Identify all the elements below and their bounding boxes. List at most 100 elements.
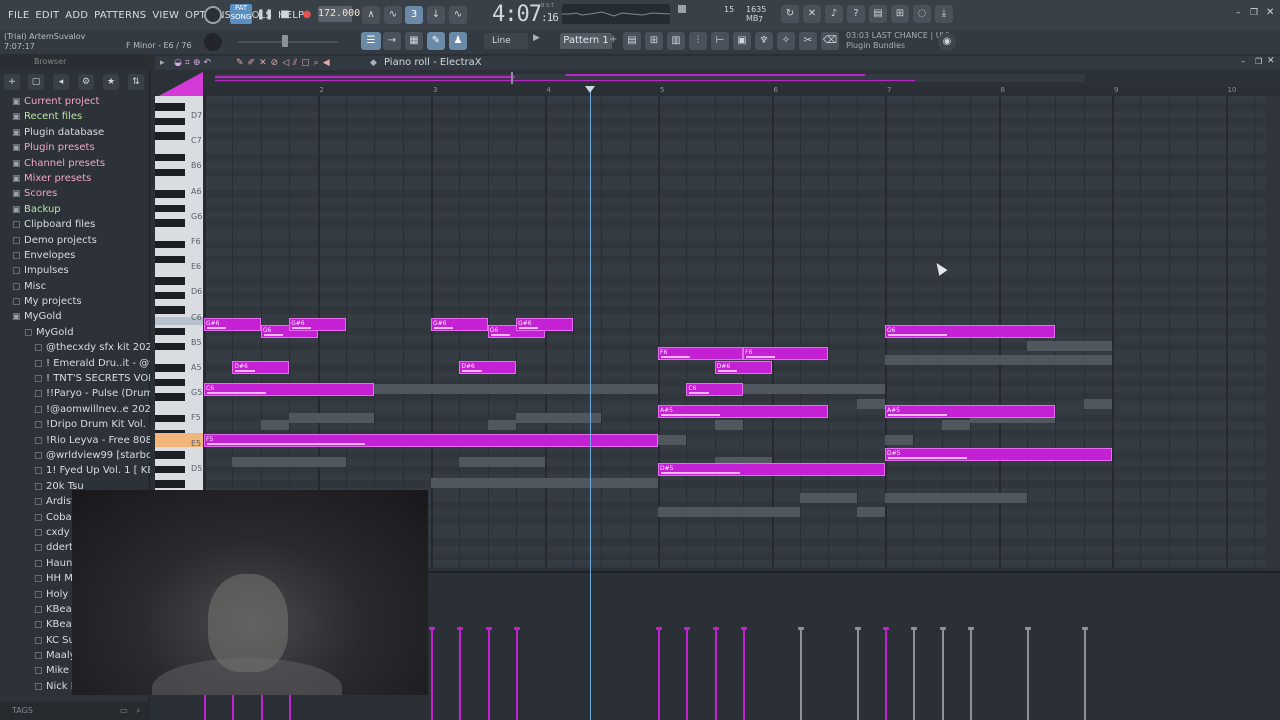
vertical-scrollbar[interactable] xyxy=(1266,96,1280,571)
velocity-handle[interactable] xyxy=(939,627,946,630)
browser-item[interactable]: ▢!Rio Leyva - Free 808 Kit xyxy=(0,433,150,448)
piano-roll-icon[interactable]: ▦ xyxy=(405,32,423,50)
brush-icon[interactable]: ✐ xyxy=(248,56,256,70)
note[interactable]: G#6 xyxy=(289,317,346,331)
velocity-handle[interactable] xyxy=(911,627,918,630)
select-tool-icon[interactable]: ▢ xyxy=(301,56,310,70)
black-key[interactable] xyxy=(155,219,185,227)
velocity-handle[interactable] xyxy=(514,627,521,630)
piano-roll-view-icon[interactable]: ▥ xyxy=(667,32,685,50)
velocity-handle[interactable] xyxy=(968,627,975,630)
metronome-icon[interactable]: ∧ xyxy=(362,6,380,24)
note[interactable]: D#6 xyxy=(714,361,772,375)
note[interactable]: D#6 xyxy=(232,361,290,375)
browser-back-icon[interactable]: ◂ xyxy=(53,74,69,90)
black-key[interactable] xyxy=(155,277,185,285)
velocity-bar[interactable] xyxy=(457,627,464,720)
stop-icon[interactable]: ■ xyxy=(276,6,294,24)
chat-icon[interactable]: ◌ xyxy=(913,5,931,23)
note[interactable]: F6 xyxy=(658,346,744,360)
black-key[interactable] xyxy=(155,465,185,473)
menu-patterns[interactable]: PATTERNS xyxy=(94,10,146,21)
menu-view[interactable]: VIEW xyxy=(152,10,179,21)
menu-file[interactable]: FILE xyxy=(8,10,29,21)
velocity-bar[interactable] xyxy=(656,627,662,720)
velocity-bar[interactable] xyxy=(883,627,889,720)
online-icon[interactable]: ◉ xyxy=(938,33,956,51)
wrench-icon[interactable]: ✧ xyxy=(777,32,795,50)
browser-item[interactable]: ▢! TNT'S SECRETS VOL. 1 xyxy=(0,371,150,386)
browser-item[interactable]: ▣ Plugin presets xyxy=(0,140,150,155)
browser-item[interactable]: ▣ Channel presets xyxy=(0,156,150,171)
slip-tool-icon[interactable]: ◁ xyxy=(282,56,289,70)
velocity-handle[interactable] xyxy=(684,627,691,630)
note[interactable]: D#5 xyxy=(885,448,1112,462)
microphone-icon[interactable]: ♪ xyxy=(825,5,843,23)
black-key[interactable] xyxy=(155,378,185,386)
playback-tool-icon[interactable]: ◀ xyxy=(323,56,330,70)
browser-item[interactable]: ▣ MyGold xyxy=(0,309,150,324)
browser-item[interactable]: ▢ Misc xyxy=(0,279,150,294)
velocity-handle[interactable] xyxy=(1081,627,1088,630)
record-loop-icon[interactable] xyxy=(204,6,222,24)
black-key[interactable] xyxy=(155,154,185,162)
plugin-picker-icon[interactable]: ⊞ xyxy=(891,5,909,23)
pr-minimize-icon[interactable]: – xyxy=(1241,57,1245,66)
note[interactable]: G#6 xyxy=(516,317,573,331)
browser-item[interactable]: ▣ Mixer presets xyxy=(0,171,150,186)
news-panel[interactable]: 03:03 LAST CHANCE | UVI Plugin Bundles xyxy=(846,31,949,51)
browser-item[interactable]: ▢ Envelopes xyxy=(0,248,150,263)
note[interactable]: D#5 xyxy=(658,462,885,476)
black-key[interactable] xyxy=(155,168,185,176)
browser-item[interactable]: ▢ @thecxdy sfx kit 2022 xyxy=(0,340,150,355)
save-icon[interactable]: ▤ xyxy=(869,5,887,23)
mixer-icon[interactable]: ✕ xyxy=(803,5,821,23)
black-key[interactable] xyxy=(155,480,185,488)
browser-item[interactable]: ▢ !Dripo Drum Kit Vol. 3 xyxy=(0,417,150,432)
wait-icon[interactable]: ∿ xyxy=(384,6,402,24)
browser-item[interactable]: ▢!!Paryo - Pulse (Drum Kit) xyxy=(0,386,150,401)
velocity-bar[interactable] xyxy=(429,627,435,720)
target-channel-icon[interactable]: ◆ xyxy=(370,56,377,70)
mute-tool-icon[interactable]: ⊘ xyxy=(271,56,279,70)
tree-icon[interactable]: ⊢ xyxy=(711,32,729,50)
browser-file-icon[interactable]: ▢ xyxy=(28,74,44,90)
refresh-icon[interactable]: ↻ xyxy=(781,5,799,23)
black-key[interactable] xyxy=(155,306,185,314)
plugin-icon[interactable]: ♆ xyxy=(755,32,773,50)
velocity-bar[interactable] xyxy=(684,627,691,720)
equalizer-icon[interactable]: ⫶ xyxy=(689,32,707,50)
pat-song-toggle[interactable]: PAT SONG xyxy=(230,4,252,24)
velocity-handle[interactable] xyxy=(797,627,804,630)
zoom-tool-icon[interactable]: ⌕ xyxy=(314,56,319,70)
mixer-view-icon[interactable]: ⊞ xyxy=(645,32,663,50)
note[interactable]: G#6 xyxy=(204,317,261,331)
timeline-ruler[interactable] xyxy=(204,86,1266,96)
pause-icon[interactable]: ❚❚ xyxy=(256,6,274,24)
pattern-select[interactable]: Pattern 1 xyxy=(560,33,612,49)
velocity-handle[interactable] xyxy=(485,627,492,630)
playhead-marker[interactable] xyxy=(584,86,595,93)
help-icon[interactable]: ? xyxy=(847,5,865,23)
master-volume-slider[interactable] xyxy=(238,41,338,43)
browser-item[interactable]: ▢ Impulses xyxy=(0,263,150,278)
black-key[interactable] xyxy=(155,291,185,299)
restore-icon[interactable]: ❐ xyxy=(1250,8,1258,18)
black-key[interactable] xyxy=(155,117,185,125)
browser-item[interactable]: ▣ Plugin database xyxy=(0,125,150,140)
black-key[interactable] xyxy=(155,241,185,249)
velocity-bar[interactable] xyxy=(939,627,946,720)
undo-icon[interactable]: ↶ xyxy=(203,56,211,70)
trash-icon[interactable]: ⌫ xyxy=(821,32,839,50)
velocity-bar[interactable] xyxy=(485,627,492,720)
slice-tool-icon[interactable]: ⫽ xyxy=(293,56,297,70)
add-pattern-icon[interactable]: + xyxy=(609,34,617,45)
magnet-icon[interactable]: ◒ xyxy=(174,56,182,70)
velocity-bar[interactable] xyxy=(797,627,804,720)
countdown-icon[interactable]: 3 xyxy=(405,6,423,24)
browser-item[interactable]: ▢! Emerald Dru..it - @venexxi xyxy=(0,356,150,371)
velocity-bar[interactable] xyxy=(968,627,975,720)
velocity-handle[interactable] xyxy=(741,627,748,630)
black-key[interactable] xyxy=(155,364,185,372)
browser-item[interactable]: ▢@wrldview99 [starboy] xyxy=(0,448,150,463)
